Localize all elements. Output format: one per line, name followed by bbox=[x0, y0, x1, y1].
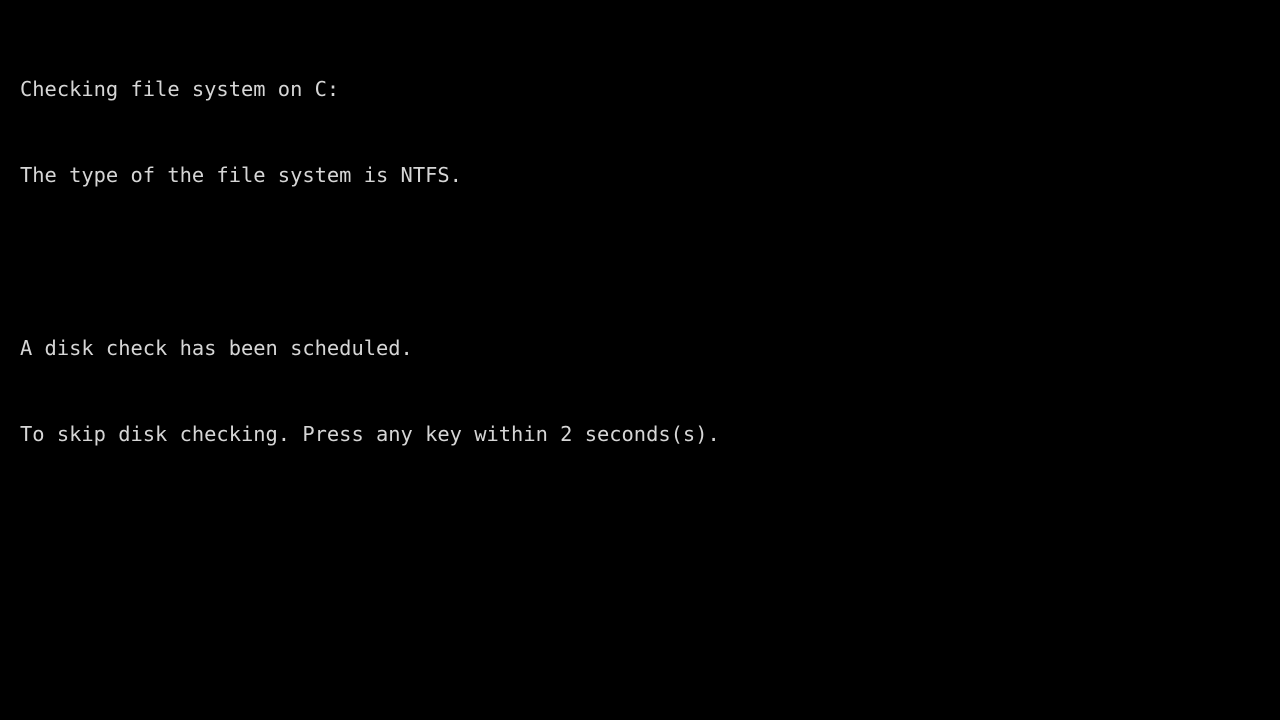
console-line-file-system-type: The type of the file system is NTFS. bbox=[20, 162, 462, 187]
console-line-blank bbox=[20, 247, 1260, 276]
console-line-skip-prompt: To skip disk checking. Press any key wit… bbox=[20, 422, 720, 447]
console-output: Checking file system on C: The type of t… bbox=[20, 17, 1260, 507]
console-line-checking-file-system: Checking file system on C: bbox=[20, 76, 340, 101]
console-screen[interactable]: Checking file system on C: The type of t… bbox=[0, 0, 1280, 720]
console-line-disk-check-scheduled: A disk check has been scheduled. bbox=[20, 335, 413, 360]
